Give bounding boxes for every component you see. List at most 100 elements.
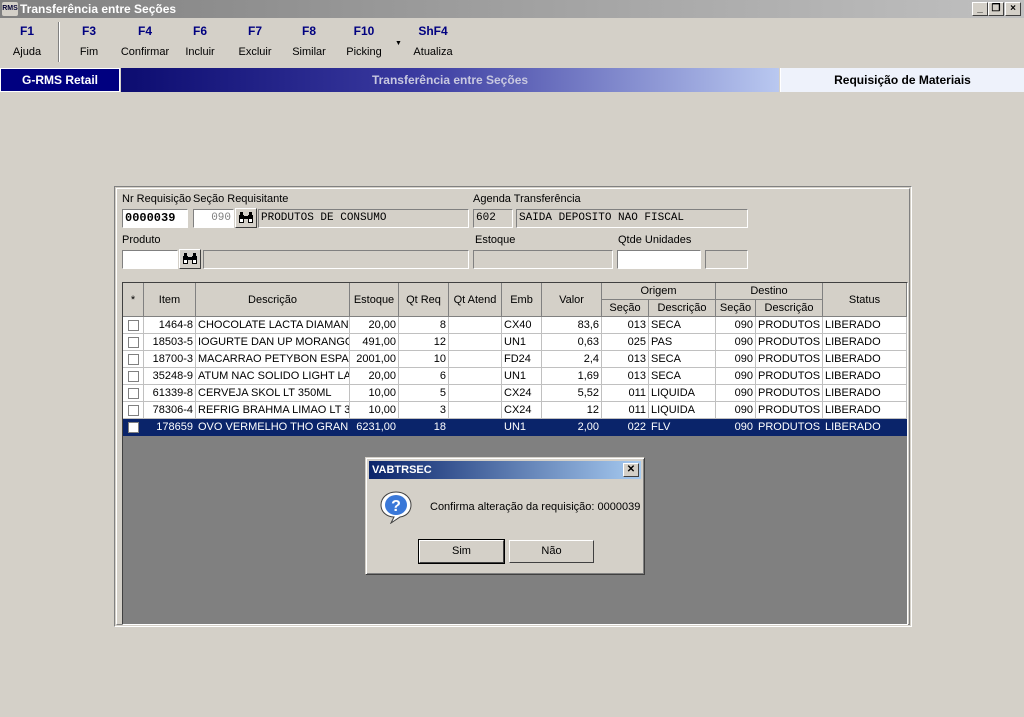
help-button[interactable]: F1 Ajuda — [4, 24, 50, 64]
cell-estoque: 10,00 — [350, 385, 399, 402]
col-emb[interactable]: Emb — [502, 283, 542, 317]
table-row[interactable]: 35248-9 ATUM NAC SOLIDO LIGHT LA 20,00 6 UN1… — [123, 368, 907, 385]
cell-origem-secao: 025 — [602, 334, 649, 351]
col-qt-req[interactable]: Qt Req — [399, 283, 449, 317]
question-icon: ? — [380, 491, 412, 524]
cell-descricao: CERVEJA SKOL LT 350ML — [196, 385, 350, 402]
dialog-close-button[interactable]: ✕ — [623, 463, 639, 477]
end-button[interactable]: F3 Fim — [66, 24, 112, 64]
toolbar-more-arrow-icon[interactable]: ▼ — [395, 40, 402, 47]
produto-search-button[interactable] — [179, 249, 201, 269]
col-status[interactable]: Status — [823, 283, 907, 317]
nr-requisicao-field[interactable]: 0000039 — [122, 209, 188, 228]
minimize-button[interactable]: _ — [972, 2, 988, 16]
table-row[interactable]: 18503-5 IOGURTE DAN UP MORANGO 491,00 12 UN1… — [123, 334, 907, 351]
row-checkbox[interactable] — [128, 337, 139, 348]
cell-descricao: OVO VERMELHO THO GRAND — [196, 419, 350, 436]
produto-descricao-field — [203, 250, 469, 269]
cell-origem-desc: LIQUIDA — [649, 402, 716, 419]
cell-item: 178659 — [144, 419, 196, 436]
row-checkbox[interactable] — [128, 388, 139, 399]
secao-search-button[interactable] — [235, 208, 257, 228]
cell-item: 61339-8 — [144, 385, 196, 402]
col-valor[interactable]: Valor — [542, 283, 602, 317]
include-button[interactable]: F6 Incluir — [178, 24, 222, 64]
delete-button[interactable]: F7 Excluir — [233, 24, 277, 64]
agenda-codigo-field: 602 — [473, 209, 513, 228]
yes-button[interactable]: Sim — [418, 539, 505, 564]
row-checkbox[interactable] — [128, 354, 139, 365]
row-checkbox[interactable] — [128, 371, 139, 382]
cell-item: 78306-4 — [144, 402, 196, 419]
cell-origem-desc: PAS — [649, 334, 716, 351]
cell-emb: CX40 — [502, 317, 542, 334]
cell-origem-desc: SECA — [649, 317, 716, 334]
cell-descricao: CHOCOLATE LACTA DIAMANT — [196, 317, 350, 334]
cell-estoque: 6231,00 — [350, 419, 399, 436]
title-bar: RMS Transferência entre Seções _ ❐ × — [0, 0, 1024, 18]
col-estoque[interactable]: Estoque — [350, 283, 399, 317]
confirm-label: Confirmar — [120, 46, 170, 58]
cell-qt-atend — [449, 317, 502, 334]
dialog-title-text: VABTRSEC — [372, 464, 432, 476]
cell-valor: 2,00 — [542, 419, 602, 436]
secao-codigo-field[interactable]: 090 — [193, 209, 234, 228]
cell-emb: UN1 — [502, 419, 542, 436]
cell-emb: UN1 — [502, 334, 542, 351]
similar-key: F8 — [301, 24, 316, 38]
end-label: Fim — [79, 46, 99, 58]
col-origem-secao[interactable]: Seção — [602, 300, 649, 317]
col-descricao[interactable]: Descrição — [196, 283, 350, 317]
cell-qt-atend — [449, 419, 502, 436]
help-label: Ajuda — [12, 46, 42, 58]
include-key: F6 — [192, 24, 207, 38]
cell-emb: CX24 — [502, 385, 542, 402]
cell-destino-secao: 090 — [716, 368, 756, 385]
col-item[interactable]: Item — [144, 283, 196, 317]
row-checkbox-cell — [123, 351, 144, 368]
refresh-button[interactable]: ShF4 Atualiza — [410, 24, 456, 64]
cell-descricao: ATUM NAC SOLIDO LIGHT LA — [196, 368, 350, 385]
cell-valor: 0,63 — [542, 334, 602, 351]
include-label: Incluir — [185, 46, 215, 58]
produto-field[interactable] — [122, 250, 178, 269]
restore-button[interactable]: ❐ — [988, 2, 1004, 16]
cell-destino-desc: PRODUTOS I — [756, 351, 823, 368]
table-row[interactable]: 1464-8 CHOCOLATE LACTA DIAMANT 20,00 8 CX40 8… — [123, 317, 907, 334]
row-checkbox[interactable] — [128, 320, 139, 331]
col-qt-atend[interactable]: Qt Atend — [449, 283, 502, 317]
refresh-label: Atualiza — [413, 46, 453, 58]
table-row[interactable]: 61339-8 CERVEJA SKOL LT 350ML 10,00 5 CX24 5,… — [123, 385, 907, 402]
agenda-descricao-field: SAIDA DEPOSITO NAO FISCAL — [516, 209, 748, 228]
cell-destino-desc: PRODUTOS I — [756, 317, 823, 334]
row-checkbox-cell — [123, 419, 144, 436]
col-destino-secao[interactable]: Seção — [716, 300, 756, 317]
row-checkbox-cell — [123, 368, 144, 385]
dialog-message: Confirma alteração da requisição: 000003… — [430, 501, 641, 513]
cell-status: LIBERADO — [823, 368, 907, 385]
row-checkbox[interactable] — [128, 422, 139, 433]
produto-label: Produto — [122, 234, 161, 246]
table-row[interactable]: 178659 OVO VERMELHO THO GRAND 6231,00 18 UN1… — [123, 419, 907, 436]
qtde-unidades-label: Qtde Unidades — [618, 234, 692, 246]
table-row[interactable]: 78306-4 REFRIG BRAHMA LIMAO LT 35 10,00 3 CX… — [123, 402, 907, 419]
picking-button[interactable]: F10 Picking — [342, 24, 386, 64]
col-origem-descricao[interactable]: Descrição — [649, 300, 716, 317]
cell-status: LIBERADO — [823, 317, 907, 334]
col-destino-descricao[interactable]: Descrição — [756, 300, 823, 317]
similar-button[interactable]: F8 Similar — [287, 24, 331, 64]
cell-qt-req: 10 — [399, 351, 449, 368]
estoque-label: Estoque — [475, 234, 516, 246]
close-button[interactable]: × — [1005, 2, 1021, 16]
qtde-unidades-field[interactable] — [617, 250, 701, 269]
cell-descricao: MACARRAO PETYBON ESPAG — [196, 351, 350, 368]
col-select[interactable]: * — [123, 283, 144, 317]
table-row[interactable]: 18700-3 MACARRAO PETYBON ESPAG 2001,00 10 FD… — [123, 351, 907, 368]
delete-label: Excluir — [238, 46, 272, 58]
cell-qt-req: 8 — [399, 317, 449, 334]
confirm-button[interactable]: F4 Confirmar — [118, 24, 172, 64]
row-checkbox[interactable] — [128, 405, 139, 416]
cell-destino-secao: 090 — [716, 334, 756, 351]
no-button[interactable]: Não — [509, 540, 594, 563]
cell-descricao: IOGURTE DAN UP MORANGO — [196, 334, 350, 351]
